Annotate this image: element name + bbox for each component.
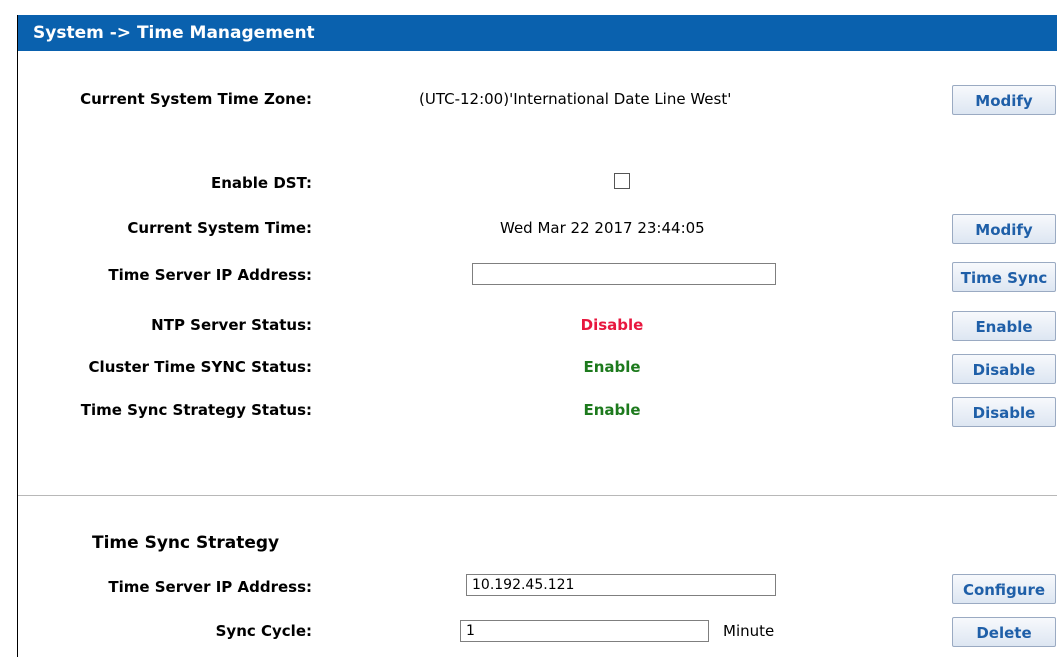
system-time-value: Wed Mar 22 2017 23:44:05 <box>500 219 705 237</box>
dst-label: Enable DST: <box>211 174 312 192</box>
strategy-disable-button[interactable]: Disable <box>952 397 1056 427</box>
sync-cycle-unit: Minute <box>723 622 775 640</box>
time-server-input[interactable] <box>472 263 776 285</box>
ntp-status-value: Disable <box>580 316 644 334</box>
timezone-value: (UTC-12:00)'International Date Line West… <box>419 90 732 108</box>
time-server-label: Time Server IP Address: <box>108 266 312 284</box>
system-time-label: Current System Time: <box>127 219 312 237</box>
strategy-status-value: Enable <box>583 401 641 419</box>
time-sync-button[interactable]: Time Sync <box>952 262 1056 292</box>
cluster-sync-value: Enable <box>583 358 641 376</box>
dst-checkbox[interactable] <box>614 173 630 189</box>
configure-button[interactable]: Configure <box>952 574 1056 604</box>
sync-cycle-label: Sync Cycle: <box>215 622 312 640</box>
sync-cycle-input[interactable] <box>460 620 709 642</box>
delete-button[interactable]: Delete <box>952 617 1056 647</box>
main-panel-frame <box>17 15 1057 657</box>
page-title: System -> Time Management <box>18 15 1057 51</box>
section-divider <box>18 495 1057 496</box>
cluster-sync-disable-button[interactable]: Disable <box>952 354 1056 384</box>
strategy-status-label: Time Sync Strategy Status: <box>80 401 312 419</box>
timezone-label: Current System Time Zone: <box>80 90 312 108</box>
ntp-enable-button[interactable]: Enable <box>952 311 1056 341</box>
ntp-status-label: NTP Server Status: <box>151 316 312 334</box>
modify-time-button[interactable]: Modify <box>952 214 1056 244</box>
modify-timezone-button[interactable]: Modify <box>952 85 1056 115</box>
strategy-server-label: Time Server IP Address: <box>108 578 312 596</box>
strategy-server-input[interactable] <box>466 574 776 596</box>
strategy-section-title: Time Sync Strategy <box>92 533 280 553</box>
cluster-sync-label: Cluster Time SYNC Status: <box>88 358 312 376</box>
